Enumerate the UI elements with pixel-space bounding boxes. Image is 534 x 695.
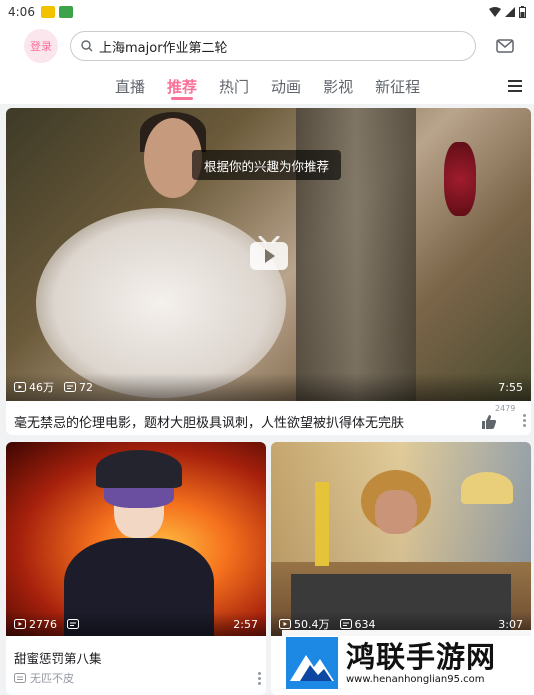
login-button[interactable]: 登录 <box>24 29 58 63</box>
tab-movies[interactable]: 影视 <box>323 68 353 104</box>
play-icon[interactable] <box>248 236 290 272</box>
more-options-icon[interactable] <box>523 414 527 429</box>
app-notification-icon <box>40 6 55 18</box>
danmaku-icon <box>67 619 79 629</box>
thumbs-up-icon <box>482 415 497 429</box>
like-button[interactable]: 2479 <box>481 404 521 432</box>
more-options-icon[interactable] <box>258 672 262 687</box>
recommend-tip: 根据你的兴趣为你推荐 <box>192 150 342 180</box>
uploader[interactable]: 无匹不皮 <box>14 670 74 686</box>
like-count: 2479 <box>495 404 516 413</box>
featured-video-meta: 46万 72 7:55 <box>6 373 531 401</box>
video-thumbnail[interactable]: 50.4万 634 3:07 <box>271 442 531 636</box>
search-query-text: 上海major作业第二轮 <box>99 40 228 56</box>
play-count-icon <box>14 382 26 392</box>
danmaku-icon <box>339 619 352 629</box>
signal-icon <box>505 7 515 17</box>
watermark-url: www.henanhonglian95.com <box>346 674 485 685</box>
app-notification-icon <box>58 6 73 18</box>
channel-tabs: 直播 推荐 热门 动画 影视 新征程 <box>0 68 534 104</box>
status-bar: 4:06 <box>0 0 534 24</box>
search-icon <box>81 40 93 52</box>
featured-video-thumbnail[interactable]: 根据你的兴趣为你推荐 46万 72 7:55 <box>6 108 531 401</box>
video-thumbnail[interactable]: 2776 2:57 <box>6 442 266 636</box>
watermark-logo-icon <box>286 636 338 689</box>
tab-anime[interactable]: 动画 <box>271 68 301 104</box>
top-bar: 登录 上海major作业第二轮 <box>0 24 534 68</box>
danmaku-count: 634 <box>354 617 376 631</box>
tab-recommend[interactable]: 推荐 <box>167 68 197 104</box>
view-count: 2776 <box>29 617 57 631</box>
wifi-icon <box>489 7 501 17</box>
video-duration: 3:07 <box>498 617 523 631</box>
video-title[interactable]: 甜蜜惩罚第八集 <box>14 648 102 667</box>
tab-live[interactable]: 直播 <box>115 68 145 104</box>
tab-new-journey[interactable]: 新征程 <box>375 68 420 104</box>
danmaku-icon <box>64 382 76 392</box>
uploader-icon <box>14 673 26 683</box>
uploader-name: 无匹不皮 <box>30 672 74 685</box>
danmaku-count: 72 <box>79 380 93 394</box>
battery-icon <box>519 6 526 18</box>
featured-video-card[interactable]: 根据你的兴趣为你推荐 46万 72 7:55 毫无禁忌的伦理电影，题材大胆极具讽… <box>6 108 531 435</box>
status-time: 4:06 <box>8 5 35 19</box>
play-count-icon <box>279 619 291 629</box>
view-count: 46万 <box>29 381 54 394</box>
video-meta: 2776 2:57 <box>6 612 266 636</box>
tab-hot[interactable]: 热门 <box>219 68 249 104</box>
site-watermark: 鸿联手游网 www.henanhonglian95.com <box>282 630 534 695</box>
watermark-name: 鸿联手游网 <box>346 640 497 674</box>
play-count-icon <box>14 619 26 629</box>
video-card[interactable]: 2776 2:57 甜蜜惩罚第八集 无匹不皮 <box>6 442 266 695</box>
search-input[interactable]: 上海major作业第二轮 <box>70 31 476 61</box>
menu-icon[interactable] <box>508 80 522 95</box>
message-icon[interactable] <box>496 39 514 53</box>
video-duration: 7:55 <box>498 380 523 394</box>
featured-video-title[interactable]: 毫无禁忌的伦理电影，题材大胆极具讽刺，人性欲望被扒得体无完肤 <box>14 412 404 431</box>
video-duration: 2:57 <box>233 617 258 631</box>
